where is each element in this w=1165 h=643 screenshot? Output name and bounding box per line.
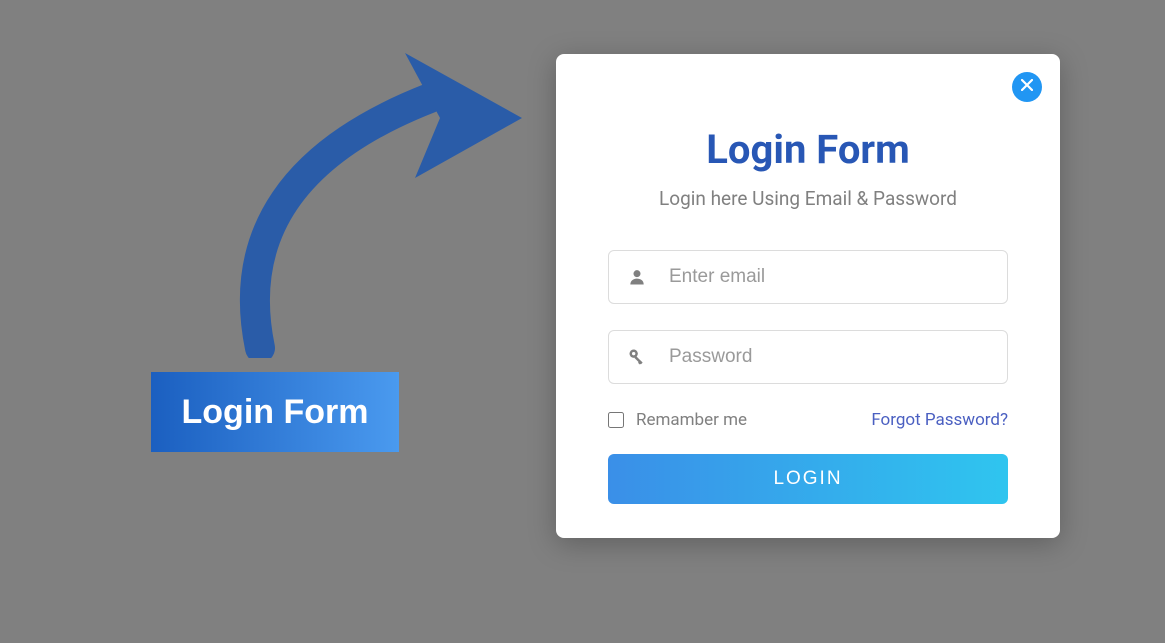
key-icon	[626, 346, 648, 368]
remember-label: Remamber me	[636, 410, 747, 430]
password-input[interactable]	[608, 330, 1008, 384]
modal-subtitle: Login here Using Email & Password	[608, 187, 1008, 210]
close-icon	[1021, 78, 1033, 96]
modal-title: Login Form	[608, 126, 1008, 173]
trigger-label: Login Form	[182, 393, 369, 432]
login-submit-label: LOGIN	[773, 468, 842, 489]
close-button[interactable]	[1012, 72, 1042, 102]
login-submit-button[interactable]: LOGIN	[608, 454, 1008, 504]
options-row: Remamber me Forgot Password?	[608, 410, 1008, 430]
email-input[interactable]	[608, 250, 1008, 304]
arrow-decor	[230, 38, 530, 358]
remember-me[interactable]: Remamber me	[608, 410, 747, 430]
email-input-group	[608, 250, 1008, 304]
user-icon	[626, 266, 648, 288]
login-modal: Login Form Login here Using Email & Pass…	[556, 54, 1060, 538]
remember-checkbox[interactable]	[608, 412, 624, 428]
password-input-group	[608, 330, 1008, 384]
login-form-trigger-button[interactable]: Login Form	[151, 372, 399, 452]
forgot-password-link[interactable]: Forgot Password?	[871, 410, 1008, 430]
